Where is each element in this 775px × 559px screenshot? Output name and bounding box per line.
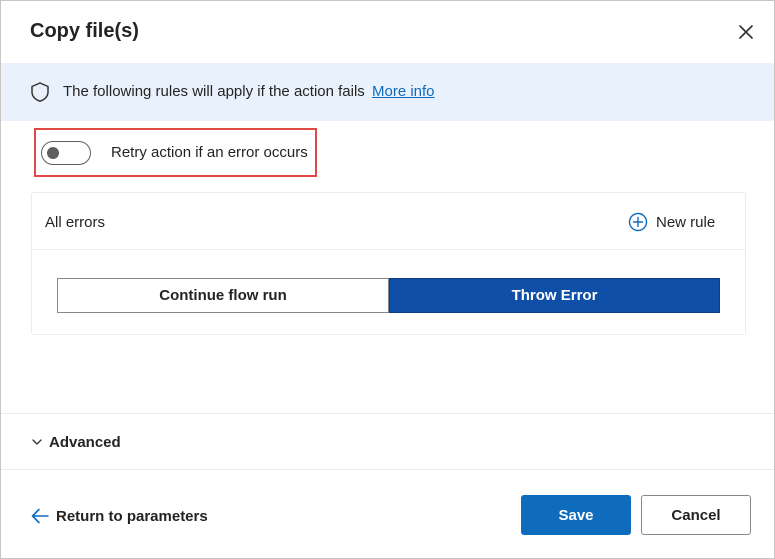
divider: [1, 469, 774, 470]
info-banner: The following rules will apply if the ac…: [1, 63, 774, 121]
retry-label: Retry action if an error occurs: [111, 144, 308, 161]
info-text: The following rules will apply if the ac…: [63, 83, 435, 100]
close-icon: [739, 25, 753, 39]
error-rules-panel: All errors New rule Continue flow run Th…: [31, 192, 746, 335]
return-label: Return to parameters: [56, 507, 208, 525]
rules-header: All errors New rule: [32, 193, 745, 250]
new-rule-button[interactable]: New rule: [628, 210, 715, 234]
info-message: The following rules will apply if the ac…: [63, 83, 365, 100]
throw-error-option[interactable]: Throw Error: [389, 278, 720, 313]
dialog-title: Copy file(s): [30, 20, 139, 42]
cancel-button[interactable]: Cancel: [641, 495, 751, 535]
divider: [1, 413, 774, 414]
continue-flow-run-option[interactable]: Continue flow run: [57, 278, 389, 313]
add-circle-icon: [628, 212, 648, 232]
copy-files-dialog: Copy file(s) The following rules will ap…: [0, 0, 775, 559]
return-to-parameters-link[interactable]: Return to parameters: [30, 504, 208, 528]
all-errors-label: All errors: [45, 214, 106, 231]
chevron-down-icon: [32, 439, 42, 445]
advanced-section-toggle[interactable]: Advanced: [31, 432, 121, 452]
arrow-left-icon: [31, 508, 49, 524]
toggle-knob: [47, 147, 59, 159]
dialog-header: Copy file(s): [1, 1, 774, 63]
retry-toggle[interactable]: [41, 141, 91, 165]
shield-icon: [31, 82, 49, 102]
save-button[interactable]: Save: [521, 495, 631, 535]
close-button[interactable]: [733, 19, 759, 45]
new-rule-label: New rule: [656, 213, 716, 231]
more-info-link[interactable]: More info: [372, 83, 435, 100]
advanced-label: Advanced: [49, 433, 121, 451]
